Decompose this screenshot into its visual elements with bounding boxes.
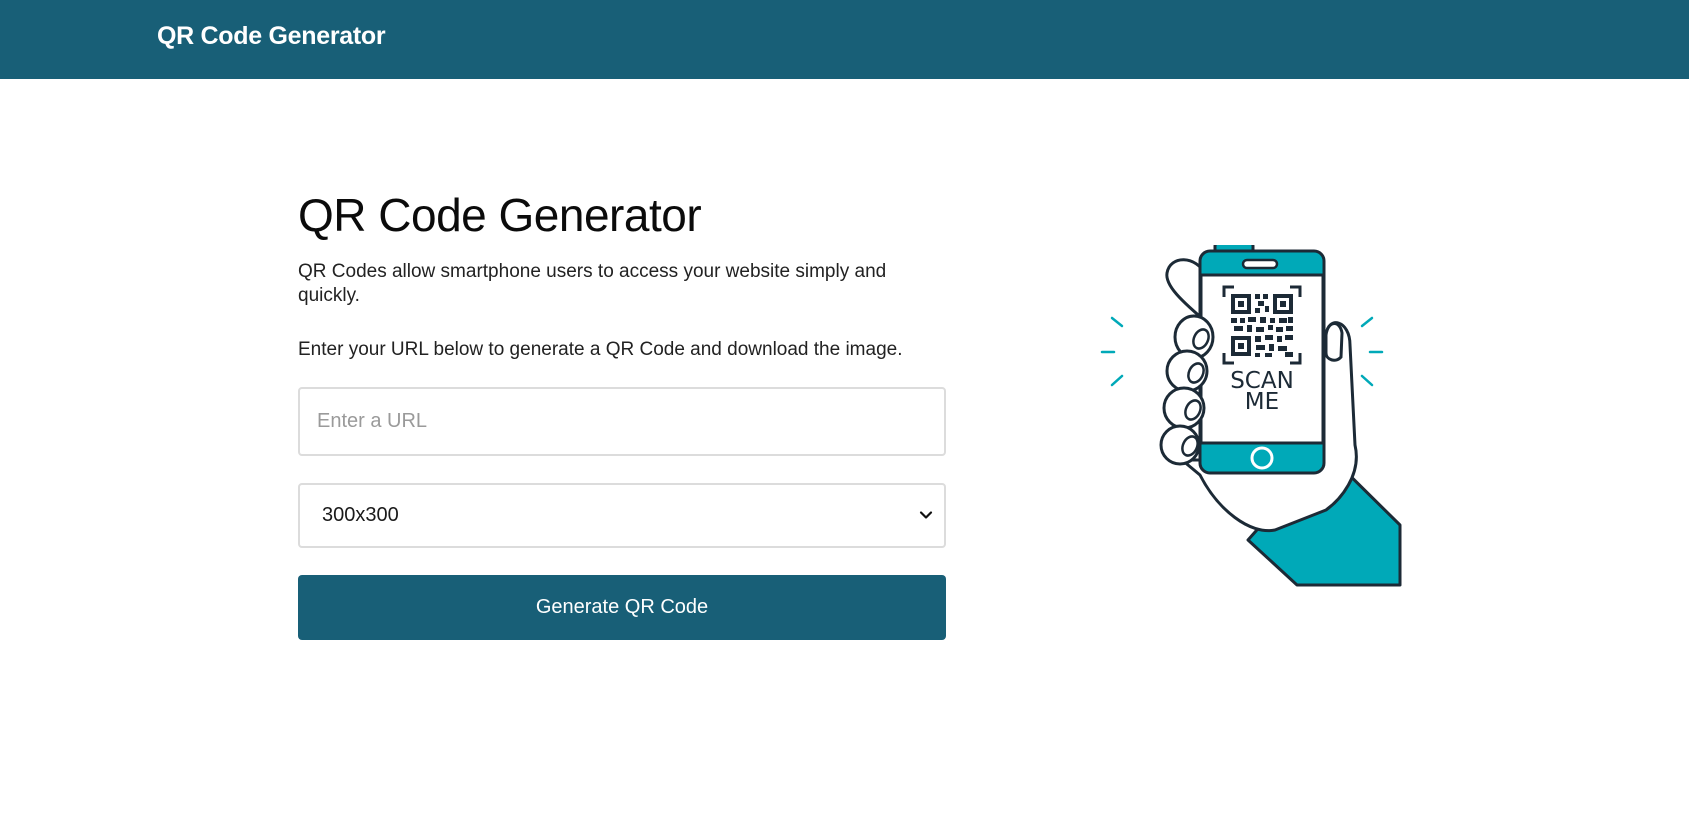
generator-form-section: QR Code Generator QR Codes allow smartph… xyxy=(298,186,946,640)
scan-me-illustration: SCAN ME xyxy=(1100,245,1402,587)
size-select[interactable]: 300x300 xyxy=(298,483,946,548)
instruction-text: Enter your URL below to generate a QR Co… xyxy=(298,339,903,360)
me-text: ME xyxy=(1245,389,1279,415)
chevron-down-icon xyxy=(919,511,933,519)
top-navbar: QR Code Generator xyxy=(0,0,1689,79)
thumb-tip-shape xyxy=(1324,322,1344,362)
intro-text: QR Codes allow smartphone users to acces… xyxy=(298,261,887,306)
generate-qr-button[interactable]: Generate QR Code xyxy=(298,575,946,640)
phone-shape xyxy=(1198,245,1326,475)
navbar-brand[interactable]: QR Code Generator xyxy=(157,22,386,51)
page-title: QR Code Generator xyxy=(298,189,702,241)
size-select-value: 300x300 xyxy=(322,504,399,526)
url-input[interactable] xyxy=(298,387,946,456)
